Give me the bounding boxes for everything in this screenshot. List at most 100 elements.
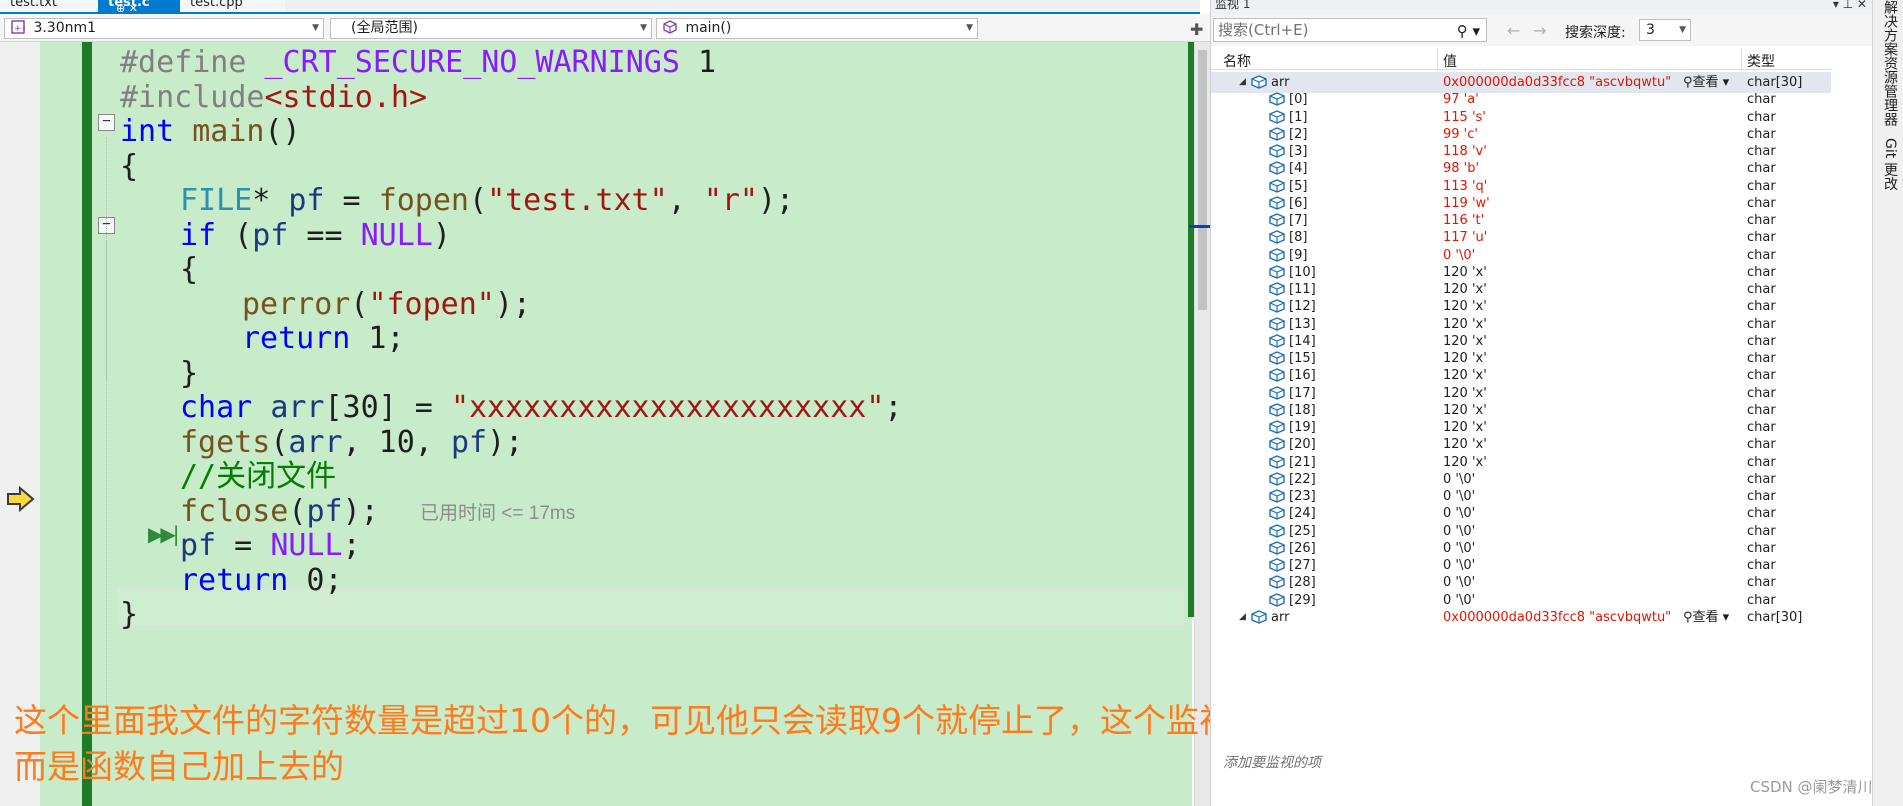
- token-variable: arr: [270, 390, 325, 425]
- token-punct: (: [469, 183, 488, 218]
- code-editor[interactable]: − − #define _CRT_SECURE_NO_WARNINGS 1 #i…: [0, 42, 1211, 806]
- token-function: fclose: [180, 494, 289, 529]
- cube-icon: [1269, 540, 1285, 555]
- project-dropdown[interactable]: ++ 3.30nm1 ▼: [4, 18, 324, 39]
- code-line-4[interactable]: {: [120, 146, 138, 188]
- column-divider[interactable]: [1741, 48, 1742, 70]
- cube-icon: [1269, 299, 1285, 314]
- token-macro: NULL: [360, 218, 433, 253]
- editor-vertical-scrollbar[interactable]: [1189, 42, 1211, 806]
- watch-search-input[interactable]: 搜索(Ctrl+E) ⚲ ▾: [1213, 18, 1487, 42]
- code-line-16[interactable]: return 0;: [180, 560, 343, 602]
- fold-toggle-main[interactable]: −: [98, 114, 115, 131]
- visualizer-view-button[interactable]: ⚲查看 ▾: [1683, 607, 1729, 628]
- cube-icon: [1269, 333, 1285, 348]
- cube-icon: [1269, 471, 1285, 486]
- tab-test-c[interactable]: test.c ⊕ ✕: [98, 0, 180, 12]
- cube-icon: [1269, 385, 1285, 400]
- token-type: FILE: [180, 183, 253, 218]
- scope-dropdown[interactable]: (全局范围) ▼: [330, 18, 652, 39]
- split-window-icon[interactable]: ✚: [1190, 20, 1203, 39]
- token-keyword: int: [120, 114, 175, 149]
- token-comment: //关闭文件: [180, 459, 337, 494]
- watch-column-headers: 名称 值 类型: [1211, 48, 1831, 70]
- add-watch-item-hint[interactable]: 添加要监视的项: [1223, 752, 1321, 772]
- perf-tip: 已用时间 <= 17ms: [420, 503, 576, 524]
- code-line-6[interactable]: if (pf == NULL): [180, 215, 451, 257]
- tab-test-cpp[interactable]: test.cpp: [180, 0, 285, 12]
- token-punct: ;: [884, 390, 903, 425]
- token-punct: [252, 390, 270, 425]
- code-line-7[interactable]: {: [180, 249, 198, 291]
- member-dropdown[interactable]: main() ▼: [656, 18, 978, 39]
- indicator-margin[interactable]: [0, 42, 40, 806]
- member-value: main(): [685, 20, 732, 36]
- token-punct: (: [216, 218, 253, 253]
- token-variable: pf: [450, 425, 488, 460]
- watch-vertical-scrollbar[interactable]: [1831, 70, 1843, 806]
- column-header-type[interactable]: 类型: [1747, 51, 1775, 71]
- column-divider[interactable]: [1437, 48, 1438, 70]
- watch-title-bar: 监视 1 ▾ ⊥ ✕: [1211, 0, 1873, 14]
- token-punct: );: [494, 287, 531, 322]
- token-macro: _CRT_SECURE_NO_WARNINGS: [264, 45, 680, 80]
- git-changes-tab[interactable]: Git 更改: [1880, 138, 1900, 191]
- watch-row-root[interactable]: ◢ arr 0x000000da0d33fcc8 "ascvbqwtu" ⚲查看 ▾ c…: [1211, 607, 1831, 628]
- search-icon[interactable]: ⚲ ▾: [1457, 20, 1480, 42]
- token-punct: ,: [667, 183, 704, 218]
- cube-icon: [1269, 264, 1285, 279]
- token-variable: pf: [252, 218, 289, 253]
- token-punct: (: [288, 494, 307, 529]
- watch-window: 监视 1 ▾ ⊥ ✕ 搜索(Ctrl+E) ⚲ ▾ ← → 搜索深度: 3 ▼ …: [1210, 0, 1873, 806]
- watch-type: char[30]: [1747, 609, 1803, 625]
- token-string: "test.txt": [487, 183, 668, 218]
- cube-icon: [1269, 230, 1285, 245]
- tab-test-txt[interactable]: test.txt: [0, 0, 98, 12]
- tab-label: test.txt: [10, 0, 57, 10]
- watch-name: arr: [1271, 609, 1290, 625]
- watermark: CSDN @阑梦清川: [1750, 778, 1873, 796]
- token-punct: );: [487, 425, 524, 460]
- scrollbar-thumb[interactable]: [1198, 50, 1207, 310]
- token-directive: #include: [120, 80, 265, 115]
- token-keyword: return: [242, 321, 351, 356]
- token-punct: ;: [342, 528, 361, 563]
- window-control-icons[interactable]: ▾ ⊥ ✕: [1833, 0, 1867, 10]
- cube-icon: [1269, 247, 1285, 262]
- search-forward-arrow-icon[interactable]: →: [1533, 21, 1546, 40]
- token-directive: #define: [120, 45, 247, 80]
- token-brace: }: [180, 356, 199, 391]
- collapse-triangle-icon[interactable]: ◢: [1239, 607, 1246, 628]
- chevron-down-icon: ▼: [1679, 25, 1686, 35]
- search-depth-dropdown[interactable]: 3 ▼: [1639, 19, 1691, 41]
- cube-icon: [1269, 351, 1285, 365]
- search-back-arrow-icon[interactable]: ←: [1507, 21, 1520, 40]
- cube-icon: [1269, 126, 1285, 141]
- tab-pin-close-icon[interactable]: ⊕ ✕: [116, 3, 138, 12]
- column-header-name[interactable]: 名称: [1223, 51, 1251, 71]
- cube-icon: [1269, 523, 1285, 538]
- token-punct: =: [324, 183, 379, 218]
- token-punct: [30] =: [324, 390, 451, 425]
- code-line-9[interactable]: return 1;: [242, 318, 405, 360]
- solution-explorer-tab[interactable]: 解决方案资源管理器: [1880, 0, 1900, 126]
- cube-icon: [1269, 109, 1285, 124]
- indent-guide: [106, 240, 107, 380]
- token-punct: 1;: [350, 321, 405, 356]
- search-icon: ⚲: [1683, 75, 1693, 90]
- column-header-value[interactable]: 值: [1443, 51, 1457, 71]
- cube-icon: [1269, 144, 1285, 158]
- cube-icon: [1269, 489, 1285, 503]
- run-to-click-icon[interactable]: ▶▶|: [148, 522, 179, 546]
- code-line-3[interactable]: int main(): [120, 111, 301, 153]
- search-icon: ⚲: [1683, 609, 1693, 625]
- cube-icon: [1269, 506, 1285, 521]
- instruction-pointer-arrow-icon[interactable]: [6, 486, 36, 512]
- token-punct: =: [216, 528, 271, 563]
- token-punct: ): [432, 218, 451, 253]
- token-punct: (: [350, 287, 369, 322]
- chevron-down-icon: ▼: [640, 23, 647, 33]
- code-line-17[interactable]: }: [120, 594, 138, 636]
- token-header: <stdio.h>: [264, 80, 428, 115]
- cube-icon: [1269, 402, 1285, 417]
